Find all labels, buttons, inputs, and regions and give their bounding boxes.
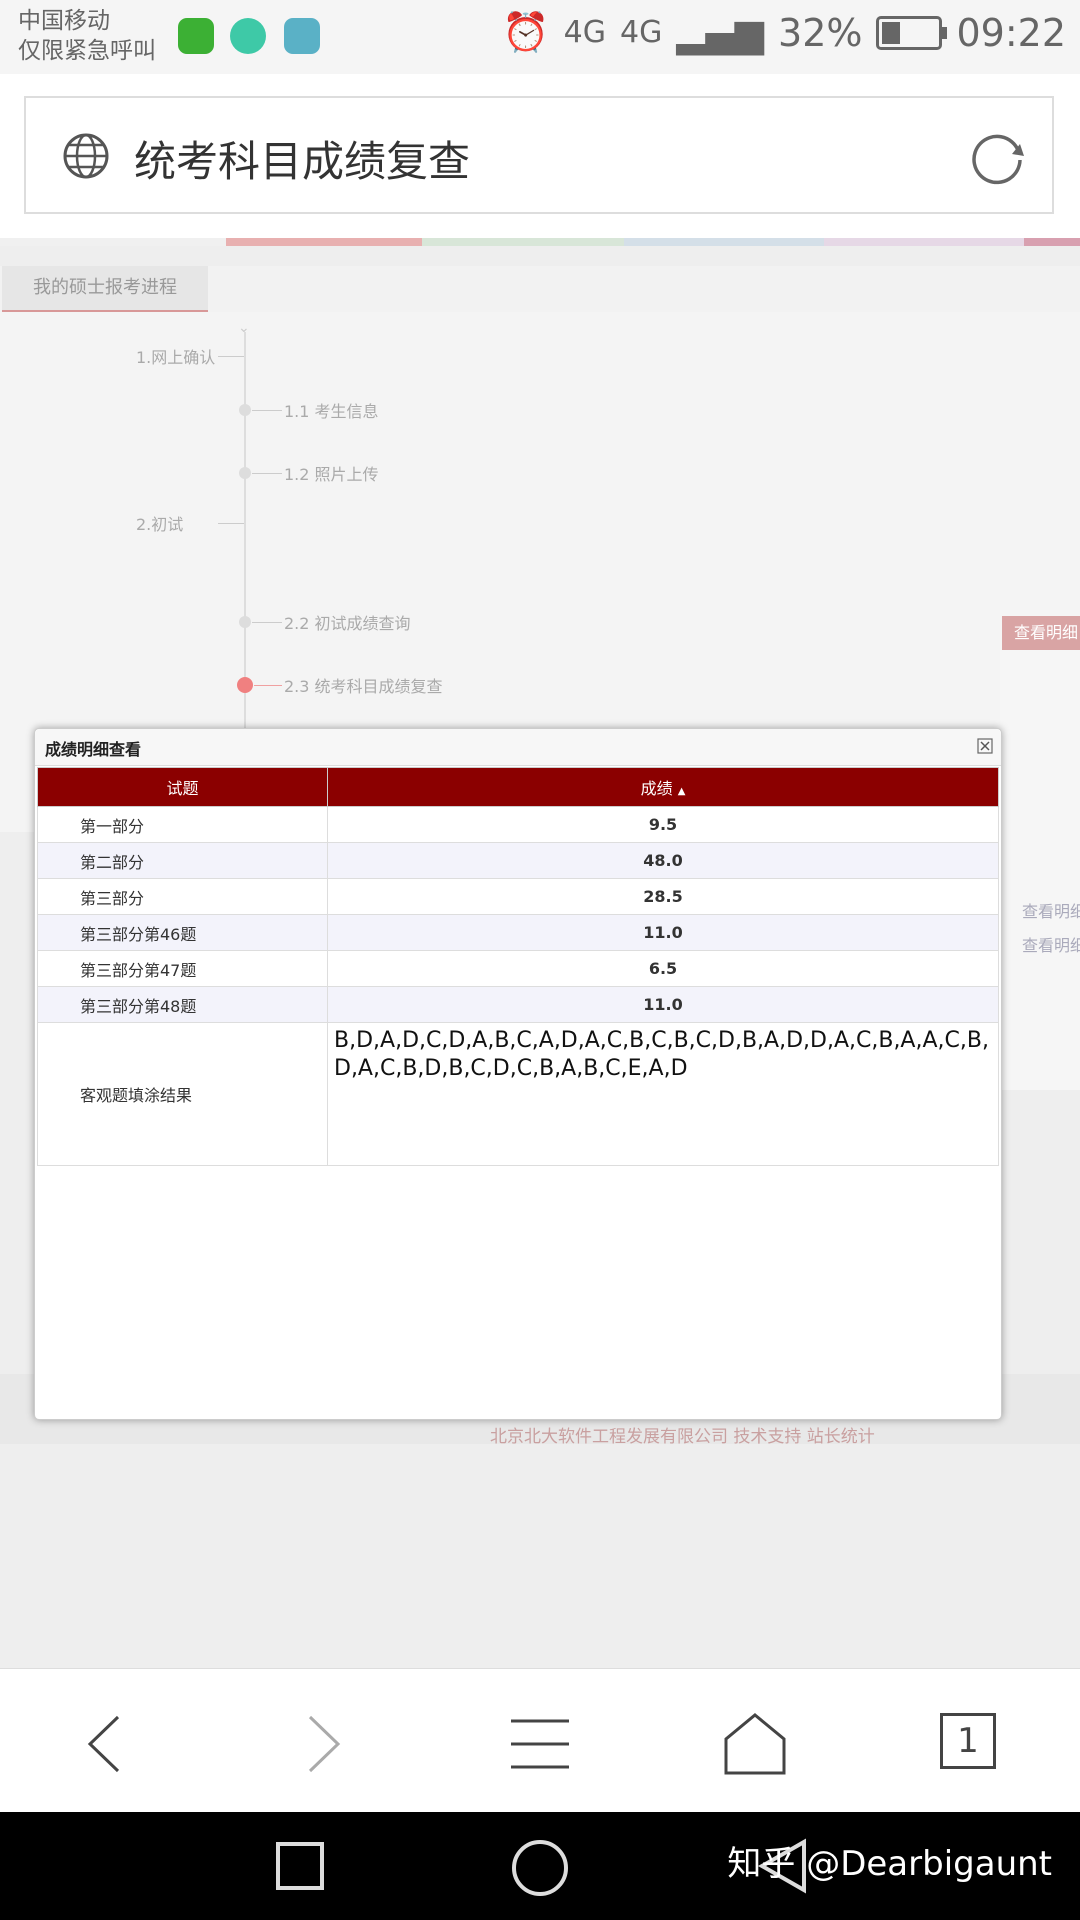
table-row: 第三部分第47题 6.5	[37, 950, 999, 987]
row-score: 48.0	[327, 842, 999, 879]
notes-icon	[230, 18, 266, 54]
table-row: 第三部分第46题 11.0	[37, 914, 999, 951]
footer-text[interactable]: 北京北大软件工程发展有限公司 技术支持 站长统计	[490, 1422, 875, 1447]
menu-icon[interactable]	[505, 1709, 575, 1779]
watermark: 知乎 @Dearbigaunt	[727, 1844, 1052, 1884]
page-title: 统考科目成绩复查	[134, 137, 471, 186]
step-candidate-info[interactable]: 1.1 考生信息	[284, 398, 379, 422]
status-indicators: ⏰ 4G 4G ▂▄▆ 32% 09:22	[502, 10, 1066, 55]
row-name: 第三部分第48题	[37, 986, 328, 1023]
step-dot	[239, 616, 251, 628]
row-score: 11.0	[327, 986, 999, 1023]
step-dot	[239, 404, 251, 416]
step-initial-exam[interactable]: 2.初试	[136, 511, 183, 535]
back-icon[interactable]	[70, 1709, 140, 1779]
row-name: 第三部分	[37, 878, 328, 915]
refresh-icon[interactable]	[968, 128, 1026, 186]
close-icon[interactable]	[977, 738, 993, 754]
carrier-status: 仅限紧急呼叫	[18, 38, 156, 64]
step-score-query[interactable]: 2.2 初试成绩查询	[284, 610, 411, 634]
step-dot	[239, 467, 251, 479]
column-header-score[interactable]: 成绩 ▲	[327, 767, 999, 807]
alarm-icon: ⏰	[502, 10, 550, 54]
home-icon[interactable]	[720, 1709, 790, 1779]
table-row: 第一部分 9.5	[37, 806, 999, 843]
row-score: 28.5	[327, 878, 999, 915]
tabs-button[interactable]: 1	[940, 1713, 996, 1769]
view-detail-link-1[interactable]: 查看明细	[1022, 898, 1080, 922]
carrier-info: 中国移动 仅限紧急呼叫	[18, 6, 156, 66]
dialog-header: 成绩明细查看	[35, 729, 1001, 766]
table-row-objective: 客观题填涂结果 B,D,A,D,C,D,A,B,C,A,D,A,C,B,C,B,…	[37, 1022, 999, 1166]
carrier-name: 中国移动	[18, 8, 110, 34]
view-detail-button[interactable]: 查看明细	[1002, 616, 1080, 650]
status-bar: 中国移动 仅限紧急呼叫 ⏰ 4G 4G ▂▄▆ 32% 09:22	[0, 0, 1080, 74]
right-panel	[1000, 610, 1080, 1090]
column-header-score-label: 成绩	[640, 779, 673, 798]
column-header-question[interactable]: 试题	[37, 767, 328, 807]
battery-percent: 32%	[778, 10, 863, 55]
row-score: 6.5	[327, 950, 999, 987]
step-dot-active	[237, 677, 253, 693]
score-table: 试题 成绩 ▲ 第一部分 9.5 第二部分 48.0 第三部分 28.5 第三部…	[37, 767, 999, 1166]
dialog-title: 成绩明细查看	[45, 740, 142, 759]
table-row: 第三部分 28.5	[37, 878, 999, 915]
tab-row: 我的硕士报考进程	[0, 266, 1080, 313]
gallery-icon	[284, 18, 320, 54]
tab-my-progress[interactable]: 我的硕士报考进程	[2, 266, 208, 313]
globe-icon	[63, 133, 109, 179]
browser-toolbar: 1	[0, 1668, 1080, 1813]
step-score-review[interactable]: 2.3 统考科目成绩复查	[284, 673, 443, 697]
objective-label: 客观题填涂结果	[37, 1022, 328, 1166]
wechat-icon	[178, 18, 214, 54]
home-circle-icon[interactable]	[512, 1840, 568, 1896]
network-4g-2: 4G	[620, 15, 663, 50]
row-name: 第二部分	[37, 842, 328, 879]
objective-answers: B,D,A,D,C,D,A,B,C,A,D,A,C,B,C,B,C,D,B,A,…	[327, 1022, 999, 1166]
signal-icon: ▂▄▆	[676, 10, 765, 55]
clock: 09:22	[956, 10, 1066, 55]
view-detail-link-2[interactable]: 查看明细	[1022, 932, 1080, 956]
color-strip	[0, 238, 1080, 246]
row-name: 第三部分第47题	[37, 950, 328, 987]
battery-icon	[876, 15, 948, 50]
battery-fill	[882, 21, 900, 44]
network-4g-1: 4G	[563, 15, 606, 50]
chevron-down-icon: ⌄	[238, 320, 250, 336]
sort-asc-icon: ▲	[677, 786, 686, 797]
row-score: 11.0	[327, 914, 999, 951]
table-row: 第三部分第48题 11.0	[37, 986, 999, 1023]
step-online-confirm[interactable]: 1.网上确认	[136, 344, 215, 368]
address-bar[interactable]: 统考科目成绩复查	[24, 96, 1054, 214]
row-name: 第三部分第46题	[37, 914, 328, 951]
score-detail-dialog: 成绩明细查看 试题 成绩 ▲ 第一部分 9.5 第二部分 48.0 第三部分 2…	[34, 728, 1002, 1420]
forward-icon[interactable]	[288, 1709, 358, 1779]
recents-icon[interactable]	[276, 1842, 324, 1890]
table-row: 第二部分 48.0	[37, 842, 999, 879]
row-score: 9.5	[327, 806, 999, 843]
step-photo-upload[interactable]: 1.2 照片上传	[284, 461, 379, 485]
row-name: 第一部分	[37, 806, 328, 843]
system-nav-bar: 知乎 @Dearbigaunt	[0, 1812, 1080, 1920]
